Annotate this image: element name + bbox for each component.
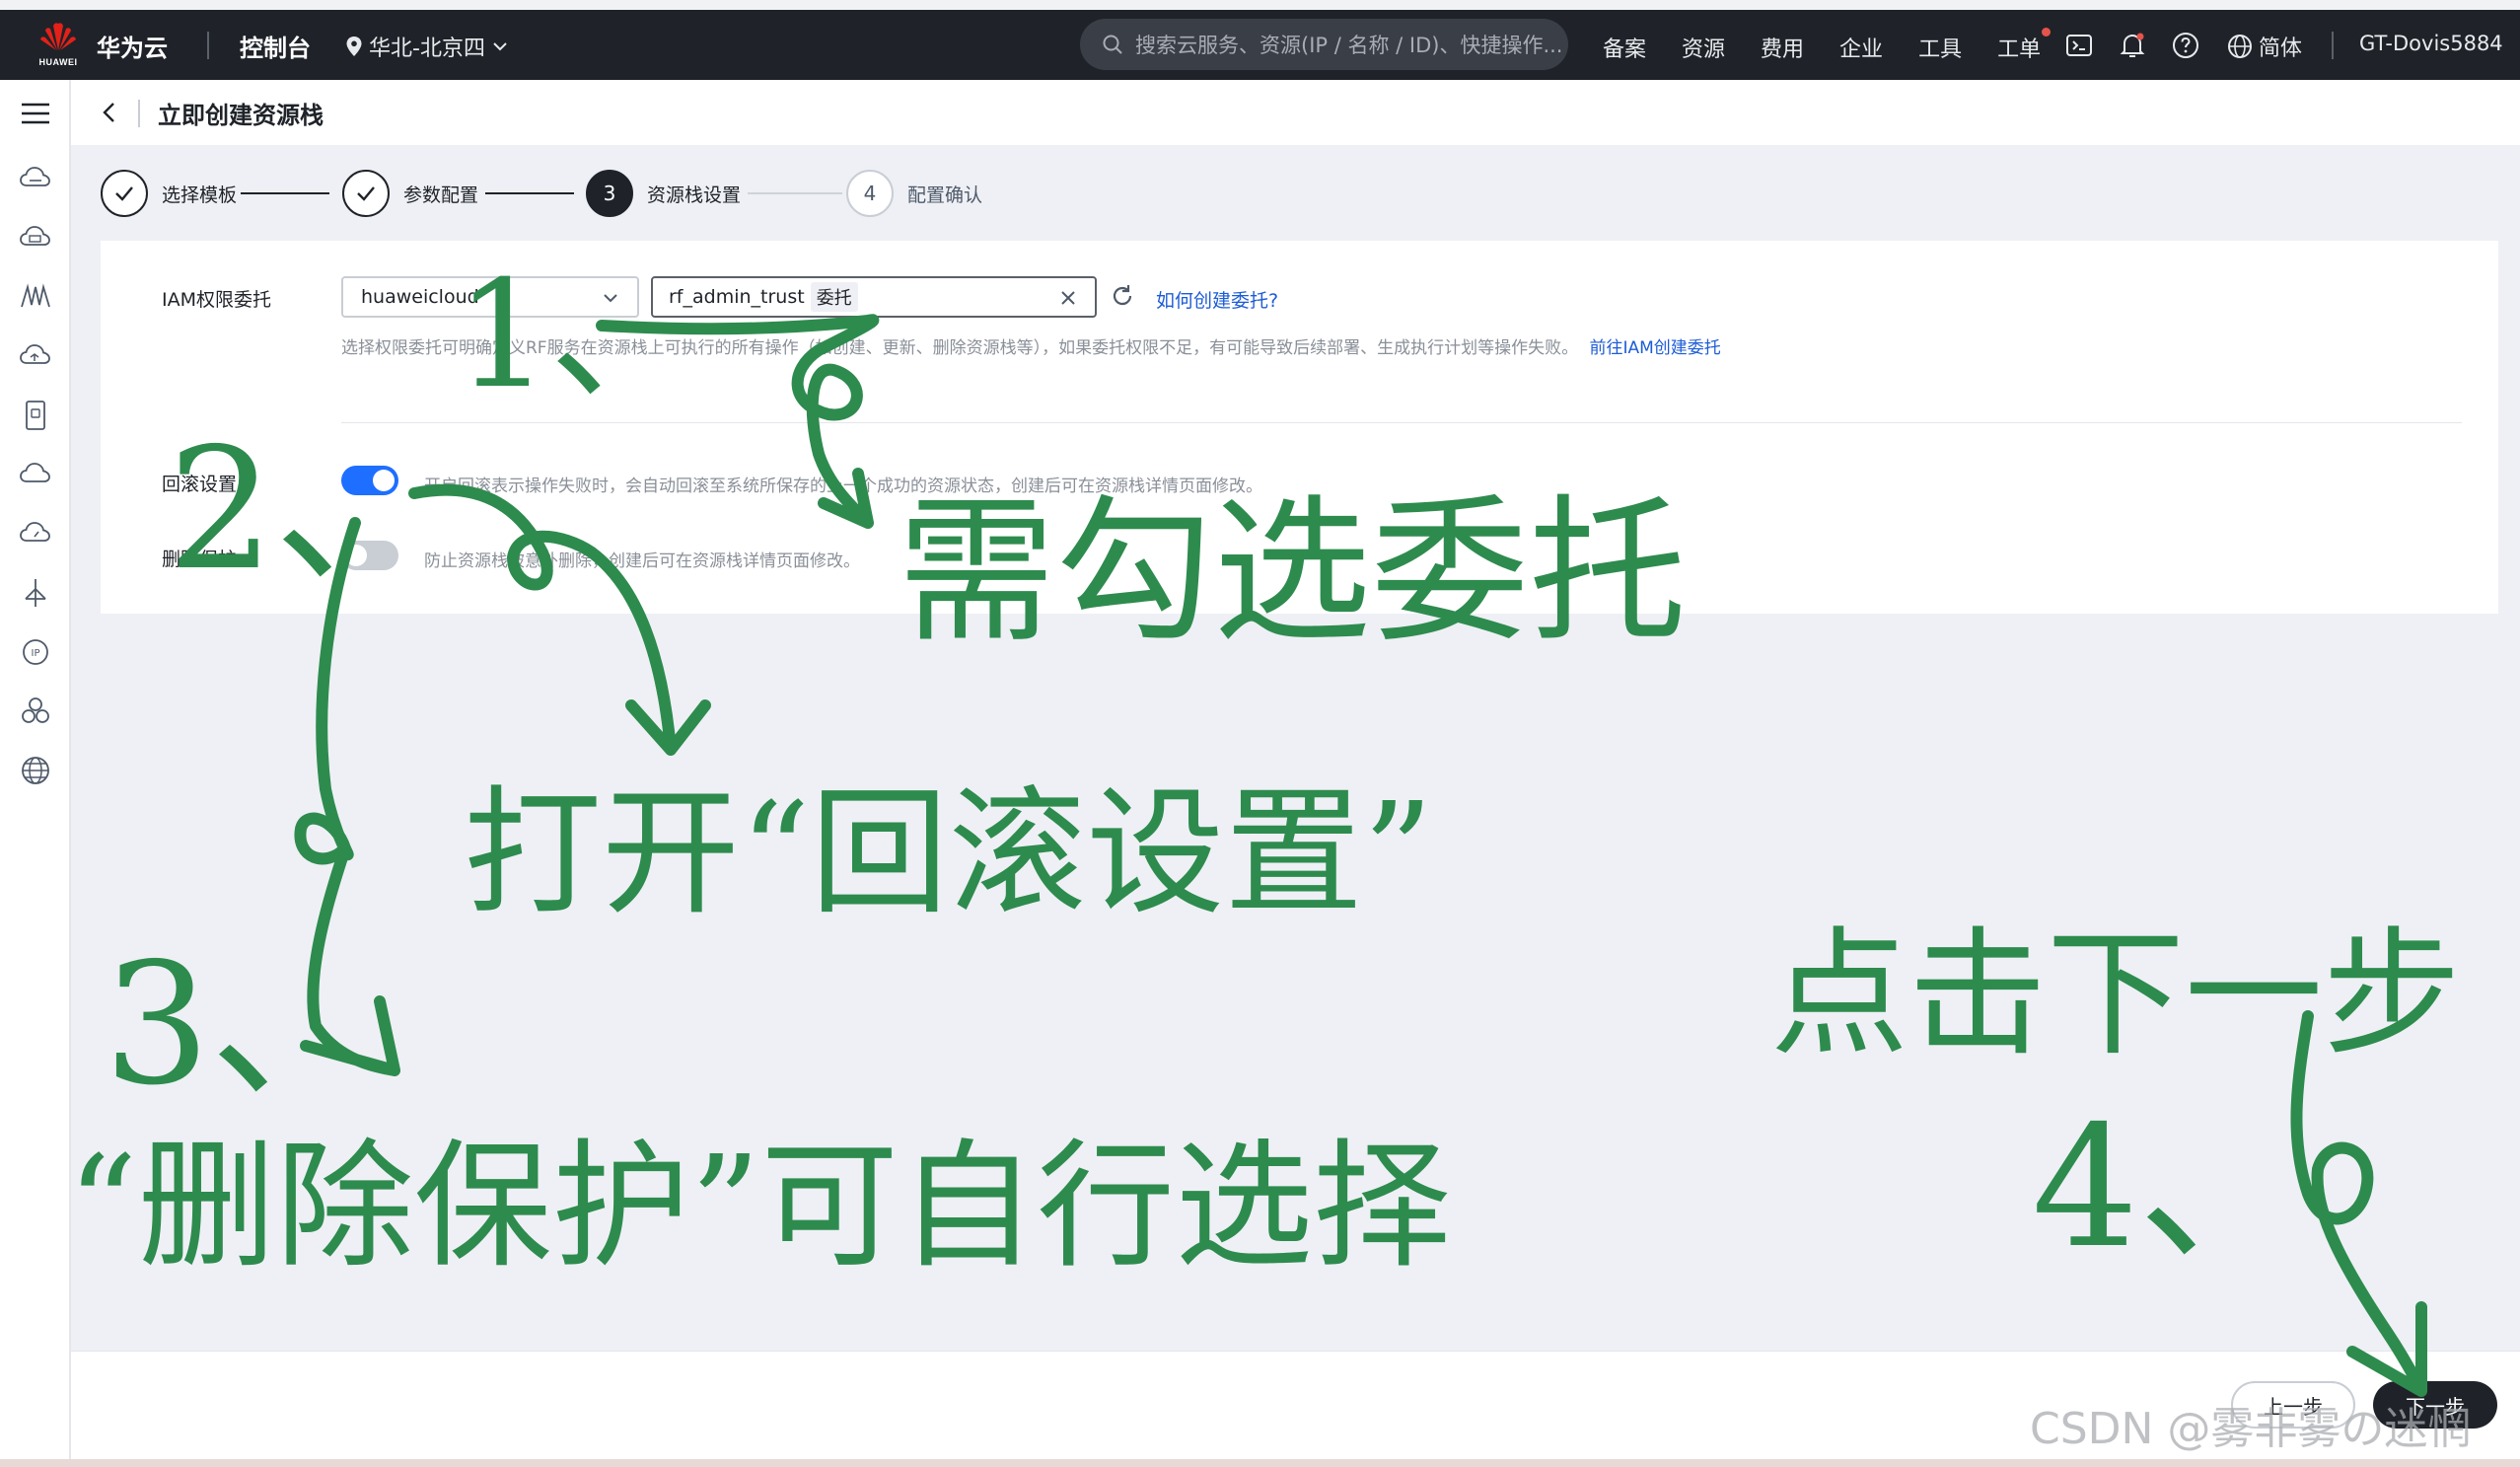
header-divider	[138, 100, 140, 127]
bell-icon[interactable]	[2117, 30, 2148, 61]
iam-hint-text: 选择权限委托可明确定义RF服务在资源栈上可执行的所有操作（如创建、更新、删除资源…	[341, 338, 1579, 358]
refresh-icon[interactable]	[1109, 282, 1136, 310]
delete-protection-toggle[interactable]	[341, 541, 398, 570]
huawei-petals-icon	[40, 23, 76, 50]
globe-icon	[2228, 35, 2252, 58]
logo-text: HUAWEI	[38, 57, 78, 67]
chevron-down-icon	[604, 294, 617, 303]
nav-link-filing[interactable]: 备案	[1603, 32, 1646, 63]
top-navbar: HUAWEI 华为云 控制台 华北-北京四 搜索云服务、资源(IP / 名称 /…	[0, 10, 2520, 80]
region-label: 华北-北京四	[369, 37, 485, 61]
delete-protection-label: 删除保护	[162, 549, 238, 570]
navbar-divider	[207, 32, 209, 59]
help-icon[interactable]	[2170, 30, 2201, 61]
check-icon	[357, 186, 375, 201]
delete-protection-hint: 防止资源栈被意外删除，创建后可在资源栈详情页面修改。	[424, 551, 860, 571]
cloud-icon[interactable]	[18, 457, 53, 492]
step-number: 3	[586, 170, 633, 217]
how-to-create-agency-link[interactable]: 如何创建委托?	[1156, 286, 1278, 313]
iam-agency-value: rf_admin_trust	[669, 286, 805, 308]
rollback-label: 回滚设置	[162, 474, 238, 495]
storage-icon[interactable]	[18, 398, 53, 433]
cloud-server-icon[interactable]	[18, 161, 53, 196]
toggle-knob	[345, 545, 367, 566]
nav-link-tools[interactable]: 工具	[1918, 32, 1962, 63]
step-label: 配置确认	[907, 183, 983, 206]
nav-link-tickets[interactable]: 工单	[1997, 28, 2052, 63]
nav-link-billing[interactable]: 费用	[1761, 32, 1804, 63]
step-done-check	[342, 170, 390, 217]
csdn-watermark: CSDN @雾非雾の迷惘	[2030, 1404, 2472, 1454]
cloud-dashboard-icon[interactable]	[18, 516, 53, 551]
clear-icon[interactable]	[1059, 289, 1077, 307]
iam-hint: 选择权限委托可明确定义RF服务在资源栈上可执行的所有操作（如创建、更新、删除资源…	[341, 333, 1721, 358]
form-divider	[341, 422, 2462, 423]
iam-agency-select[interactable]: rf_admin_trust 委托	[651, 276, 1097, 318]
ip-icon[interactable]: IP	[18, 634, 53, 670]
bottom-strip	[0, 1459, 2520, 1467]
browser-top-strip	[0, 0, 2520, 10]
global-search-input[interactable]: 搜索云服务、资源(IP / 名称 / ID)、快捷操作...	[1080, 19, 1568, 70]
step-select-template[interactable]: 选择模板	[101, 169, 237, 218]
menu-icon[interactable]	[18, 96, 53, 131]
toggle-knob	[373, 470, 395, 491]
step-stack-settings[interactable]: 3 资源栈设置	[586, 169, 741, 218]
step-number: 4	[846, 170, 894, 217]
goto-iam-link[interactable]: 前往IAM创建委托	[1590, 338, 1721, 358]
step-connector-1	[241, 192, 329, 194]
console-link[interactable]: 控制台	[240, 29, 311, 63]
iam-provider-select[interactable]: huaweicloud	[341, 276, 639, 318]
monitor-wave-icon[interactable]	[18, 279, 53, 315]
search-icon	[1103, 35, 1122, 54]
region-selector[interactable]: 华北-北京四	[345, 31, 509, 62]
check-icon	[115, 186, 133, 201]
globe-icon[interactable]	[18, 753, 53, 788]
notification-dot	[2042, 28, 2052, 37]
step-done-check	[101, 170, 148, 217]
nav-link-resources[interactable]: 资源	[1682, 32, 1725, 63]
network-icon[interactable]	[18, 575, 53, 611]
cluster-icon[interactable]	[18, 694, 53, 729]
left-sidebar: IP	[0, 80, 71, 1467]
step-connector-3	[748, 192, 842, 194]
language-selector[interactable]: 简体	[2227, 31, 2302, 62]
step-parameter-config[interactable]: 参数配置	[342, 169, 478, 218]
step-label: 参数配置	[403, 183, 479, 206]
step-confirm[interactable]: 4 配置确认	[846, 169, 982, 218]
tickets-label: 工单	[1997, 37, 2042, 62]
page-title: 立即创建资源栈	[158, 102, 324, 129]
language-label: 简体	[2259, 37, 2303, 61]
rollback-toggle[interactable]	[341, 466, 398, 495]
stack-settings-form: IAM权限委托 huaweicloud rf_admin_trust 委托 如何…	[101, 241, 2498, 614]
agency-tag: 委托	[810, 282, 858, 312]
brand-name[interactable]: 华为云	[97, 29, 168, 63]
iam-provider-value: huaweicloud	[361, 286, 479, 308]
rollback-hint: 开启回滚表示操作失败时，会自动回滚至系统所保存的上一个成功的资源状态，创建后可在…	[424, 477, 1262, 496]
step-label: 选择模板	[162, 183, 238, 206]
search-placeholder: 搜索云服务、资源(IP / 名称 / ID)、快捷操作...	[1135, 34, 1563, 57]
svg-text:IP: IP	[32, 648, 40, 659]
cloud-disk-icon[interactable]	[18, 220, 53, 256]
navbar-divider-2	[2332, 32, 2334, 59]
iam-agency-label: IAM权限委托	[162, 289, 271, 311]
nav-link-enterprise[interactable]: 企业	[1839, 32, 1883, 63]
back-arrow-icon[interactable]	[95, 98, 124, 127]
location-pin-icon	[346, 37, 362, 56]
huawei-logo[interactable]: HUAWEI	[34, 22, 83, 71]
step-connector-2	[485, 192, 574, 194]
chevron-down-icon	[493, 42, 507, 51]
cloud-sync-icon[interactable]	[18, 338, 53, 374]
nav-links: 备案 资源 费用 企业 工具 工单	[1603, 28, 2076, 63]
terminal-icon[interactable]	[2063, 30, 2095, 61]
page-header: 立即创建资源栈	[71, 80, 2520, 145]
user-account[interactable]: GT-Dovis5884	[2359, 32, 2503, 55]
step-label: 资源栈设置	[647, 183, 742, 206]
